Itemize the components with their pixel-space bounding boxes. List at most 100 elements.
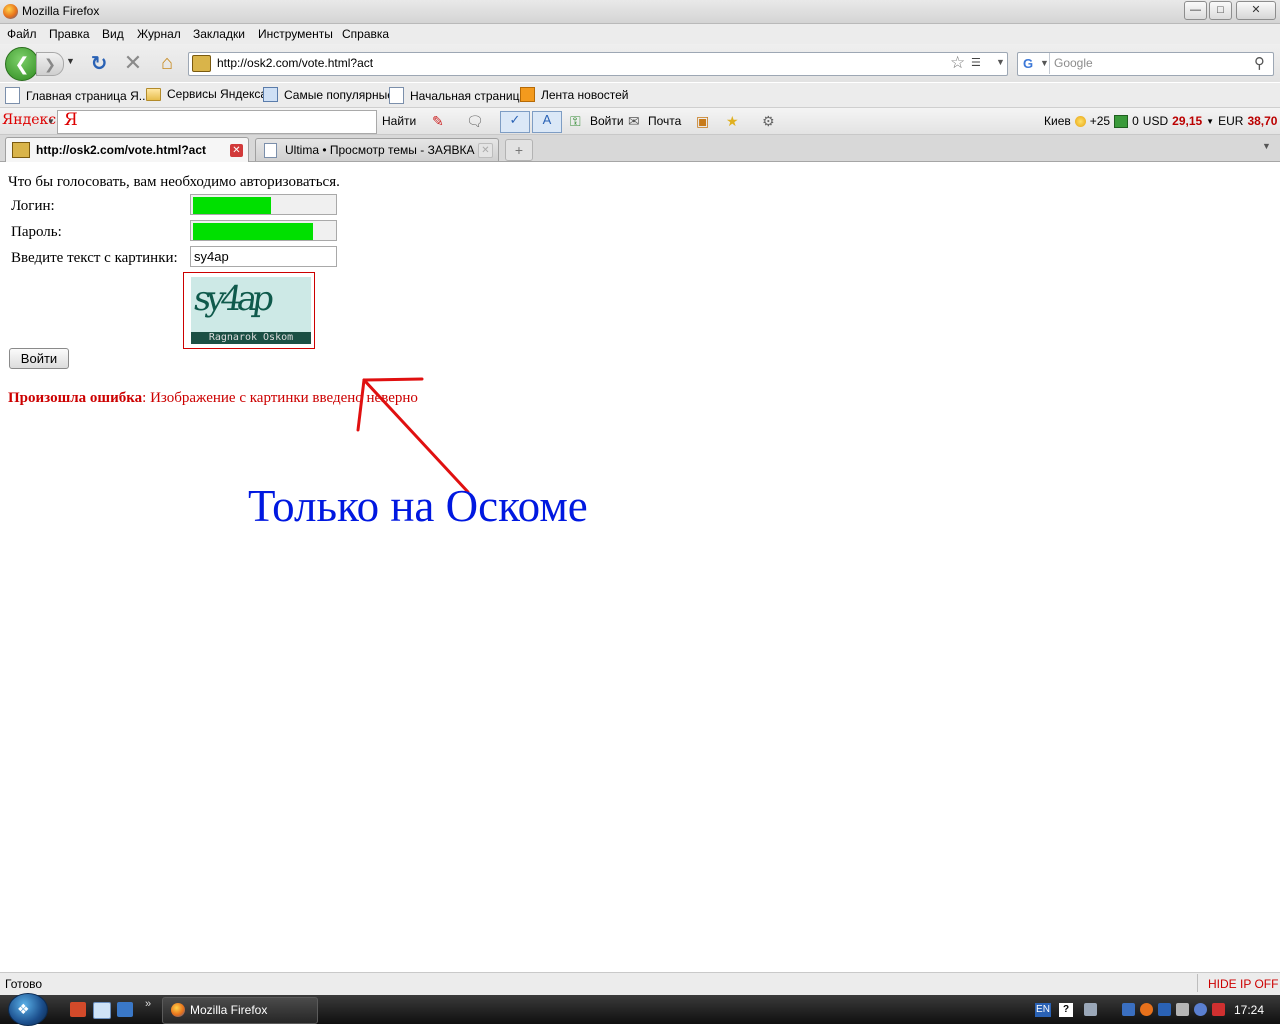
tray-window-icon[interactable] [1122, 1003, 1135, 1016]
menu-history[interactable]: Журнал [137, 27, 181, 41]
search-engine-dropdown-icon[interactable]: ▼ [1040, 58, 1049, 68]
quicklaunch-app-icon[interactable] [70, 1002, 86, 1017]
site-favicon-icon [12, 142, 30, 158]
tab-vote[interactable]: http://osk2.com/vote.html?act ✕ [5, 137, 249, 162]
captcha-image-text: sy4ap [191, 279, 273, 319]
status-bar [0, 972, 1280, 995]
password-field[interactable] [190, 220, 337, 241]
bookmark-start-page[interactable]: Начальная страница [389, 87, 526, 104]
bookmark-most-popular[interactable]: Самые популярные [263, 87, 394, 102]
settings-gear-icon[interactable]: ⚙ [762, 113, 775, 130]
login-field-fill [193, 197, 271, 214]
captcha-input-value: sy4ap [194, 249, 229, 264]
tray-pen-icon[interactable] [1084, 1003, 1097, 1016]
menu-edit[interactable]: Правка [49, 27, 90, 41]
reload-icon[interactable]: ↻ [88, 52, 110, 75]
usd-label: USD [1142, 114, 1169, 128]
auth-message: Что бы голосовать, вам необходимо автори… [8, 174, 340, 190]
login-label: Логин: [11, 198, 55, 214]
feed-icon[interactable]: ☰ [971, 56, 981, 69]
bookmark-yandex-services[interactable]: Сервисы Яндекса [146, 87, 267, 101]
password-label: Пароль: [11, 224, 62, 240]
bookmark-yandex-home[interactable]: Главная страница Я... [5, 87, 149, 104]
city-label[interactable]: Киев [1044, 114, 1071, 128]
tray-app-icon[interactable] [1194, 1003, 1207, 1016]
language-indicator[interactable]: EN [1035, 1003, 1051, 1017]
quicklaunch-notes-icon[interactable] [93, 1002, 111, 1019]
search-divider [1049, 53, 1050, 74]
minimize-button[interactable]: — [1184, 1, 1207, 20]
history-dropdown-icon[interactable]: ▼ [66, 56, 75, 66]
menu-bar: Файл Правка Вид Журнал Закладки Инструме… [0, 24, 1280, 44]
search-icon[interactable]: ⚲ [1254, 54, 1265, 72]
yandex-login-button[interactable]: Войти [590, 114, 624, 128]
url-dropdown-icon[interactable]: ▼ [996, 57, 1005, 67]
url-text[interactable]: http://osk2.com/vote.html?act [217, 56, 373, 70]
favorites-star-icon[interactable]: ★ [726, 113, 739, 130]
google-icon[interactable]: G [1020, 55, 1036, 71]
login-field[interactable] [190, 194, 337, 215]
tray-firefox-icon[interactable] [1140, 1003, 1153, 1016]
spellcheck-icon[interactable]: ✓ [500, 111, 530, 133]
captcha-caption: Ragnarok Oskom [191, 332, 311, 344]
tray-volume-icon[interactable] [1212, 1003, 1225, 1016]
menu-help[interactable]: Справка [342, 27, 389, 41]
quicklaunch-desktop-icon[interactable] [117, 1002, 133, 1017]
taskbar-firefox-label: Mozilla Firefox [190, 1003, 268, 1017]
quicklaunch-more-icon[interactable]: » [145, 998, 151, 1010]
yandex-mail-button[interactable]: Почта [648, 114, 681, 128]
weather-value[interactable]: +25 [1090, 114, 1110, 128]
yandex-find-button[interactable]: Найти [382, 114, 416, 128]
bookmark-news-feed[interactable]: Лента новостей [520, 87, 629, 102]
windows-flag-icon: ❖ [17, 1001, 30, 1017]
tray-network-icon[interactable] [1158, 1003, 1171, 1016]
usd-dropdown-icon[interactable]: ▼ [1206, 117, 1214, 126]
eur-label: EUR [1218, 114, 1244, 128]
stop-icon[interactable]: ✕ [122, 50, 144, 75]
error-label: Произошла ошибка [8, 390, 143, 406]
annotation-arrow [356, 377, 470, 494]
mail-count[interactable]: 0 [1132, 114, 1139, 128]
menu-view[interactable]: Вид [102, 27, 124, 41]
speech-bubble-icon[interactable]: 🗨 [466, 113, 484, 130]
folder-icon [146, 87, 161, 101]
login-submit-button[interactable]: Войти [9, 348, 69, 369]
status-divider [1197, 974, 1198, 992]
back-button[interactable]: ❮ [5, 47, 39, 81]
forward-button[interactable]: ❯ [36, 52, 64, 76]
yandex-search-glyph: Я [64, 110, 78, 130]
tab-ultima[interactable]: Ultima • Просмотр темы - ЗАЯВКА ✕ [255, 138, 499, 161]
new-tab-button[interactable]: + [505, 139, 533, 161]
addon-icon[interactable]: ▣ [696, 113, 709, 130]
usd-rate[interactable]: 29,15 [1172, 114, 1202, 128]
yandex-menu-dropdown-icon[interactable]: ▼ [47, 117, 55, 126]
firefox-logo-icon [3, 4, 18, 19]
annotation-text: Только на Оскоме [248, 481, 588, 531]
home-icon[interactable]: ⌂ [156, 52, 178, 74]
close-tab-icon[interactable]: ✕ [478, 142, 493, 158]
weather-sun-icon [1074, 115, 1086, 127]
captcha-label: Введите текст с картинки: [11, 250, 178, 266]
page-icon [264, 142, 277, 158]
menu-bookmarks[interactable]: Закладки [193, 27, 245, 41]
popular-icon [263, 87, 278, 102]
search-input[interactable]: Google [1054, 56, 1093, 70]
highlight-pen-icon[interactable]: ✎ [432, 113, 444, 130]
close-tab-icon[interactable]: ✕ [230, 143, 243, 157]
menu-file[interactable]: Файл [7, 27, 37, 41]
captcha-input[interactable]: sy4ap [190, 246, 337, 267]
tab-list-dropdown-icon[interactable]: ▼ [1262, 141, 1271, 151]
maximize-button[interactable]: □ [1209, 1, 1232, 20]
mailbox-icon [1114, 114, 1129, 128]
eur-rate[interactable]: 38,70 [1247, 114, 1277, 128]
hide-ip-toggle[interactable]: HIDE IP OFF [1208, 977, 1278, 991]
help-icon[interactable]: ? [1059, 1003, 1073, 1017]
translate-icon[interactable]: A [532, 111, 562, 133]
yandex-search-input[interactable] [57, 110, 377, 134]
clock[interactable]: 17:24 [1234, 1003, 1264, 1017]
menu-tools[interactable]: Инструменты [258, 27, 333, 41]
close-window-button[interactable]: ✕ [1236, 1, 1276, 20]
bookmark-star-icon[interactable]: ☆ [950, 53, 965, 73]
mail-icon: ✉ [628, 113, 640, 129]
tray-speaker-icon[interactable] [1176, 1003, 1189, 1016]
